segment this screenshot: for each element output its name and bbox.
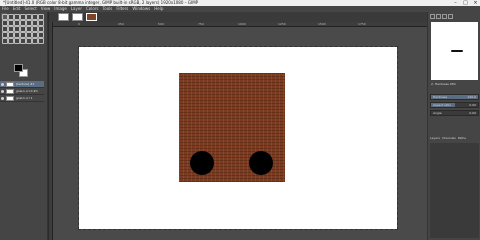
- ruler-mark: 1750: [358, 22, 366, 26]
- dodge-burn-icon[interactable]: [37, 37, 44, 44]
- foreground-color-swatch[interactable]: [14, 64, 23, 72]
- ruler-mark: 0: [78, 22, 80, 26]
- layer-name: [texture] #1: [16, 82, 35, 86]
- ruler-mark: 250: [118, 22, 124, 26]
- image-tab-2[interactable]: [72, 13, 83, 21]
- brush-preview[interactable]: [431, 22, 478, 80]
- ruler-mark: 750: [198, 22, 204, 26]
- tab-paths[interactable]: Paths: [458, 136, 466, 141]
- tab-layers[interactable]: Layers: [430, 136, 440, 141]
- layer-name: gnsL1.crl 1: [16, 96, 33, 100]
- slider-label: Hardness: [433, 95, 448, 99]
- slider-value: 100.0: [467, 95, 476, 99]
- image-tab-1[interactable]: [58, 13, 69, 21]
- eye-icon[interactable]: [1, 82, 4, 86]
- tab-channels[interactable]: Channels: [442, 136, 456, 141]
- hole-right: [249, 151, 273, 175]
- ruler-mark: 500: [158, 22, 164, 26]
- eye-icon[interactable]: [1, 96, 4, 100]
- aspect-ratio-slider[interactable]: Aspect ratio 0.00: [430, 102, 479, 108]
- ruler-mark: 1000: [238, 22, 246, 26]
- mini-layer-list: [texture] #1 gnsL1.crl.0 #1 gnsL1.crl 1: [0, 81, 44, 102]
- fonts-tab-icon[interactable]: [442, 14, 447, 19]
- color-swatches[interactable]: [13, 64, 29, 78]
- hardness-slider[interactable]: Hardness 100.0: [430, 94, 479, 100]
- slider-value: 0.00: [469, 111, 476, 115]
- slider-value: 0.00: [469, 103, 476, 107]
- ruler-mark: 1500: [318, 22, 326, 26]
- brush-shape: [451, 50, 463, 52]
- layer-thumbnail: [6, 81, 14, 87]
- angle-slider[interactable]: Angle 0.00: [430, 110, 479, 116]
- ruler-mark: 1250: [278, 22, 286, 26]
- layer-dock-list[interactable]: [430, 143, 479, 238]
- slider-label: Angle: [433, 111, 442, 115]
- slider-label: Aspect ratio: [433, 103, 452, 107]
- brushes-tab-icon[interactable]: [430, 14, 435, 19]
- layer-row-2[interactable]: gnsL1.crl.0 #1: [0, 88, 44, 95]
- layer-thumbnail: [6, 95, 14, 101]
- layer-dock-tabs: Layers Channels Paths: [430, 136, 479, 141]
- brush-name: 2. Hardness 050: [431, 82, 456, 86]
- dock-tab-icons: [430, 14, 479, 20]
- hole-left: [190, 151, 214, 175]
- history-tab-icon[interactable]: [448, 14, 453, 19]
- layer-name: gnsL1.crl.0 #1: [16, 89, 38, 93]
- image-tab-3[interactable]: [86, 13, 97, 21]
- window-title: *[Untitled]-41.0 (RGB color 8-bit gamma …: [3, 0, 199, 5]
- right-dock-panel: 2. Hardness 050 Hardness 100.0 Aspect ra…: [427, 12, 480, 240]
- layer-thumbnail: [6, 88, 14, 94]
- image-tab-bar: [49, 12, 427, 22]
- eye-icon[interactable]: [1, 89, 4, 93]
- layer-row-3[interactable]: gnsL1.crl 1: [0, 95, 44, 102]
- patterns-tab-icon[interactable]: [436, 14, 441, 19]
- toolbox-panel: [texture] #1 gnsL1.crl.0 #1 gnsL1.crl 1: [0, 12, 48, 240]
- layer-row-texture[interactable]: [texture] #1: [0, 81, 44, 88]
- tool-grid: [1, 13, 47, 44]
